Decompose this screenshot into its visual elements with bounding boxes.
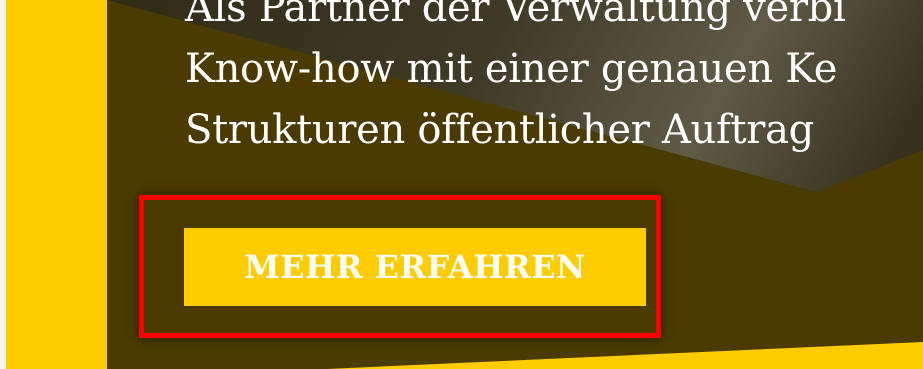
hero-text-line: Know-how mit einer genauen Ke [185, 46, 838, 92]
hero-body-text: Als Partner der Verwaltung verbi Know-ho… [185, 0, 846, 161]
hero-text-line: Strukturen öffentlicher Auftrag [185, 107, 814, 153]
mehr-erfahren-button[interactable]: MEHR ERFAHREN [184, 228, 646, 306]
accent-stripe [6, 0, 107, 369]
hero-text-line: Als Partner der Verwaltung verbi [185, 0, 846, 31]
